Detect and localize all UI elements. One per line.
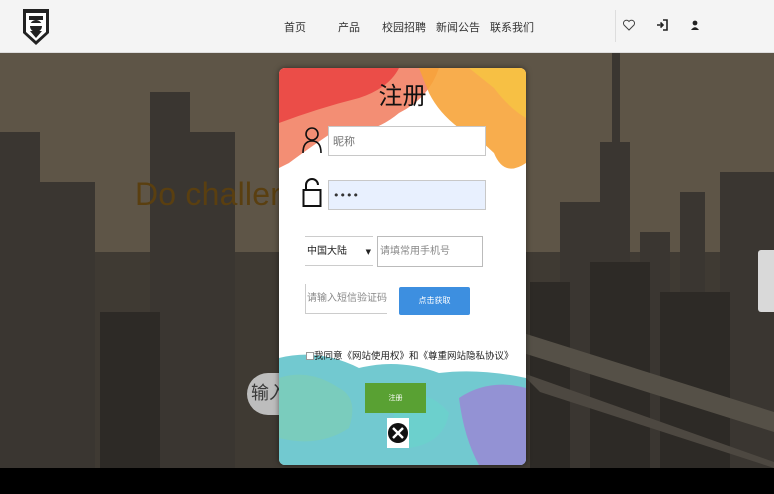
nav-divider: [615, 10, 616, 42]
register-button[interactable]: 注册: [365, 383, 426, 413]
unlock-icon: [302, 178, 322, 207]
close-icon[interactable]: [387, 418, 409, 448]
region-select-value: 中国大陆: [307, 246, 347, 257]
agreement-text[interactable]: 我同意《网站使用权》和《尊重网站隐私协议》: [314, 348, 514, 362]
agree-checkbox[interactable]: [306, 352, 314, 360]
logo-icon[interactable]: [21, 5, 51, 47]
nav-item-contact[interactable]: 联系我们: [490, 19, 534, 35]
side-tab[interactable]: [758, 250, 774, 312]
phone-input[interactable]: 请填常用手机号: [377, 236, 483, 267]
nickname-input[interactable]: [328, 126, 486, 156]
nav-item-products[interactable]: 产品: [338, 19, 360, 35]
nav-item-news[interactable]: 新闻公告: [436, 19, 480, 35]
nav-item-campus-recruitment[interactable]: 校园招聘: [382, 19, 426, 35]
top-navbar: 首页 产品 校园招聘 新闻公告 联系我们: [0, 0, 774, 53]
sign-in-icon[interactable]: [655, 18, 669, 32]
chevron-down-icon: ▼: [365, 248, 371, 256]
heart-icon[interactable]: [622, 18, 636, 32]
region-select[interactable]: 中国大陆 ▼: [305, 236, 373, 266]
sms-code-input[interactable]: 请输入短信验证码: [305, 284, 387, 314]
user-icon: [302, 127, 322, 154]
get-code-button[interactable]: 点击获取: [399, 287, 470, 315]
user-icon[interactable]: [688, 18, 702, 32]
bottom-bar: [0, 468, 774, 494]
register-modal: 注册 中国大陆 ▼ 请填常用手机号 请输入短信验证码 点击获取 我同意《网站使用…: [279, 68, 526, 465]
modal-title: 注册: [378, 82, 427, 110]
password-input[interactable]: [328, 180, 486, 210]
nav-item-home[interactable]: 首页: [284, 19, 306, 35]
